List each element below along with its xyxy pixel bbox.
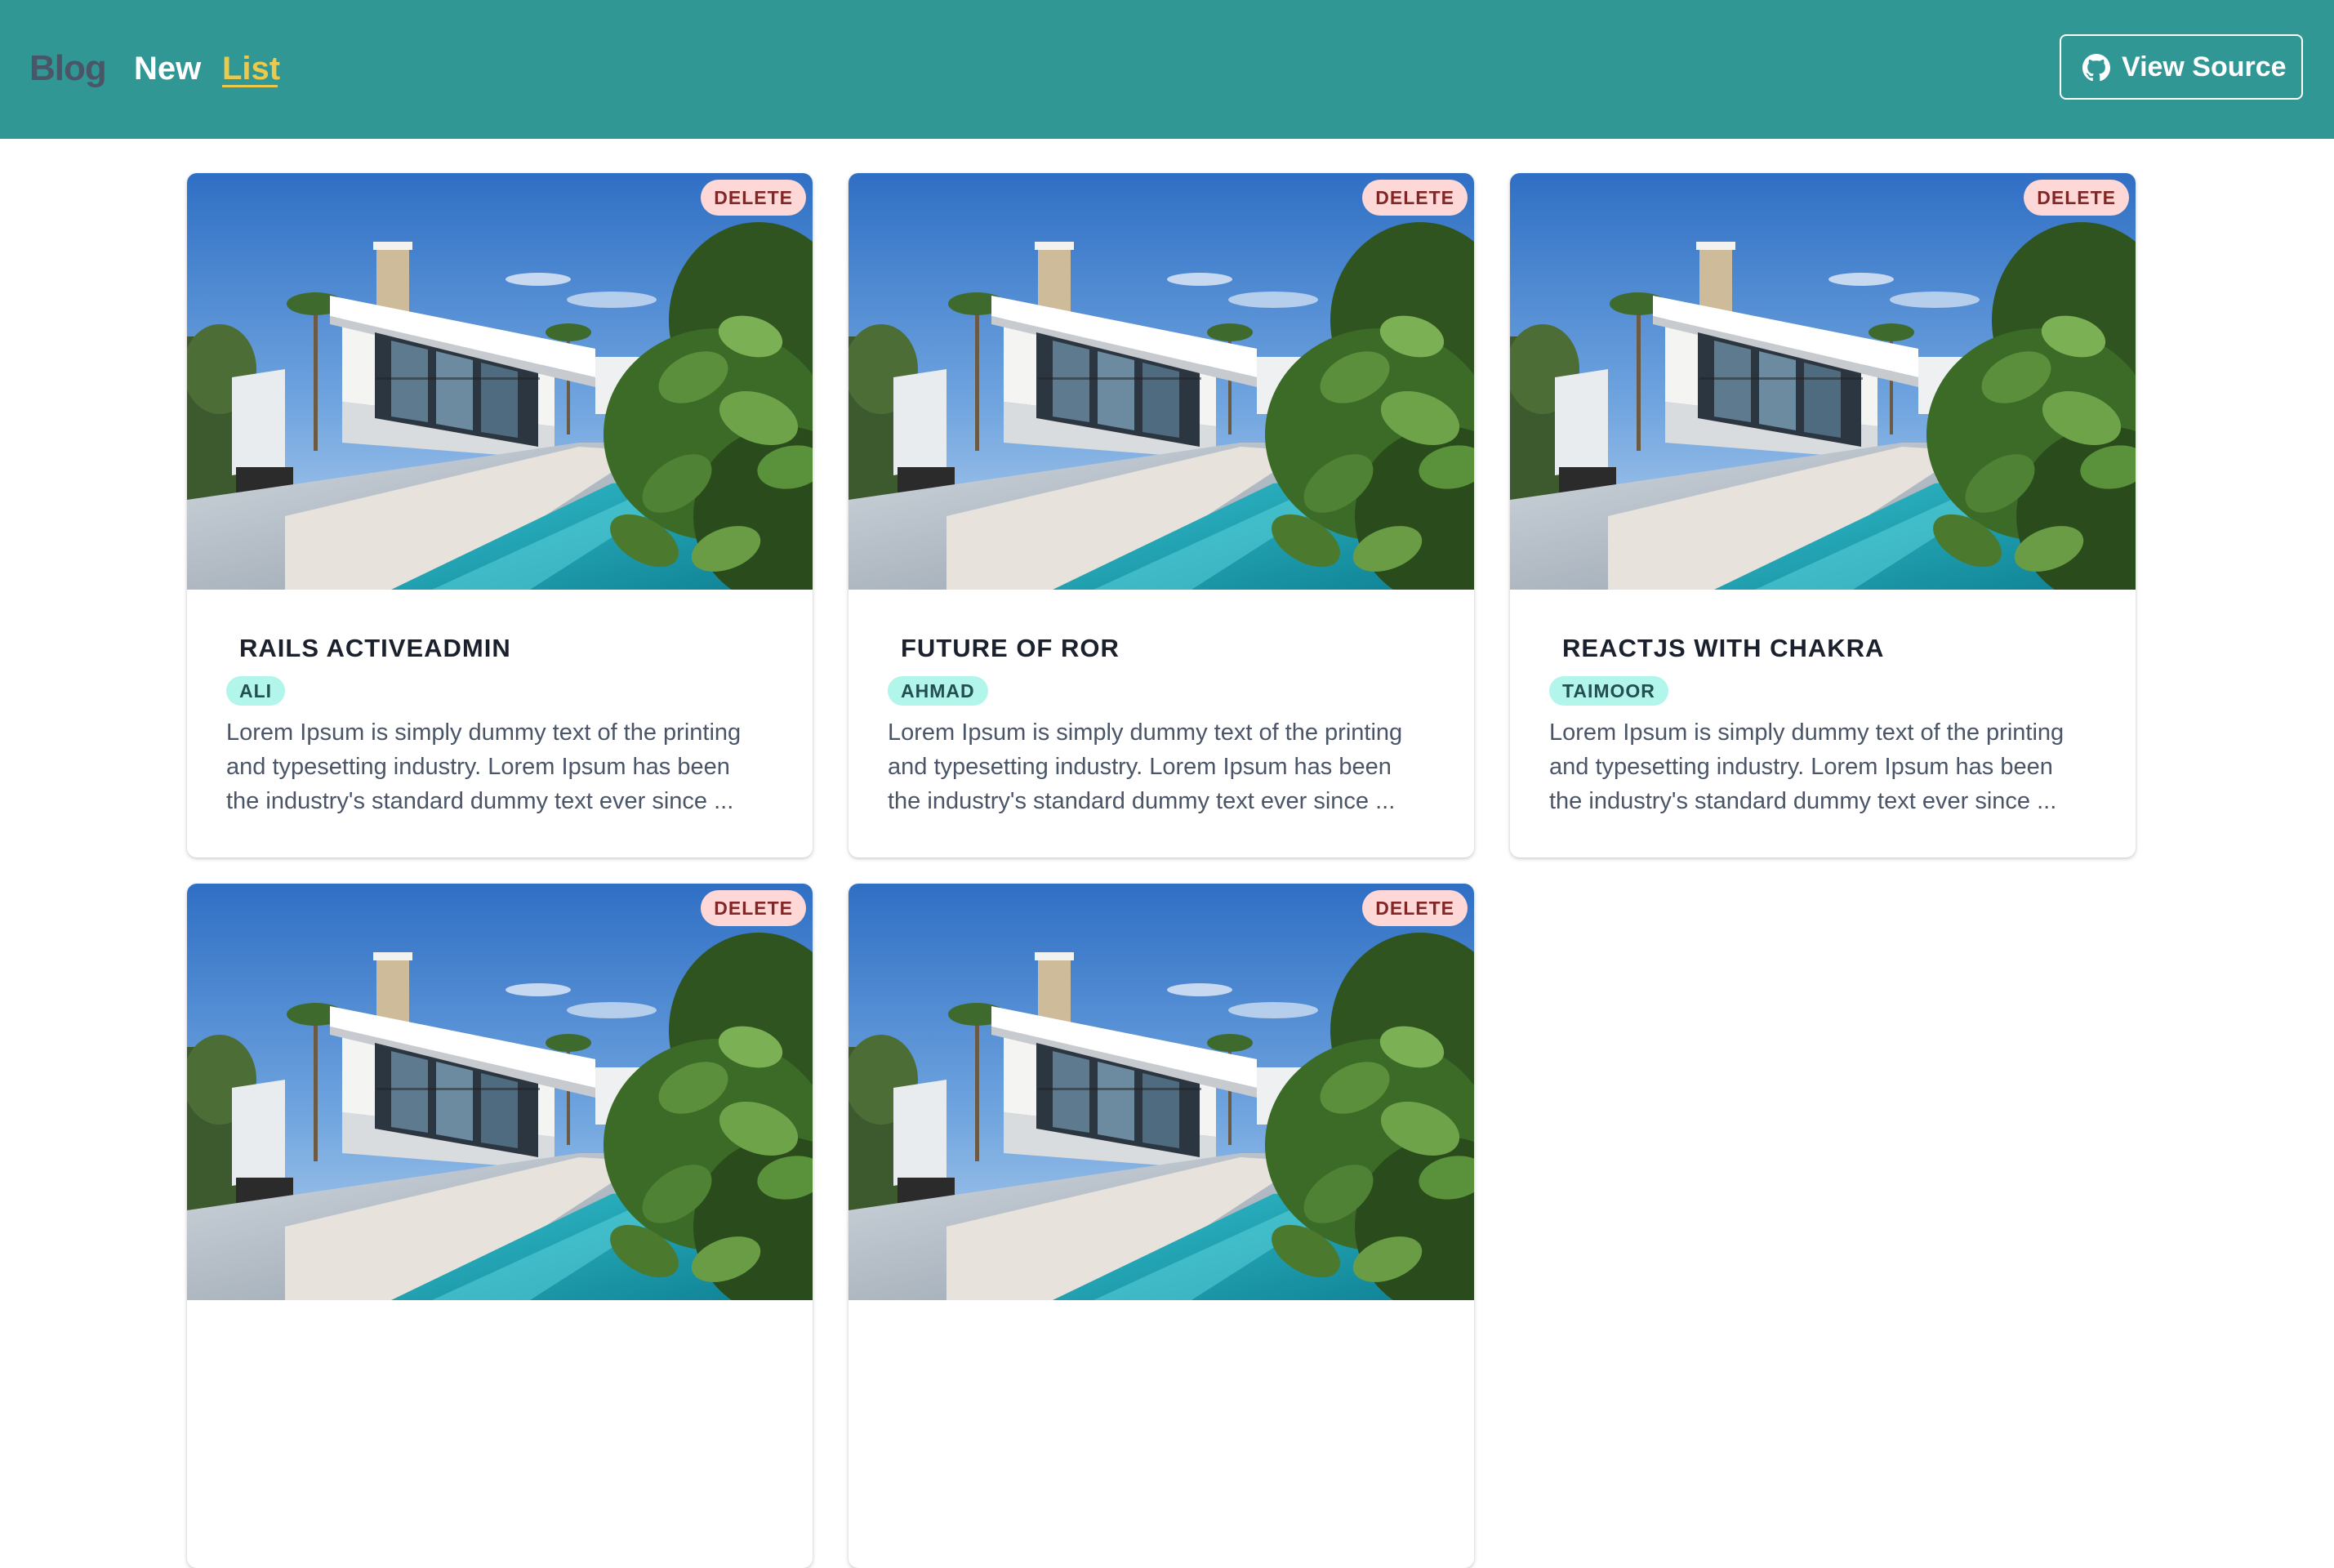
excerpt-line: the industry's standard dummy text ever …	[888, 788, 1396, 814]
delete-post-button[interactable]: DELETE	[701, 890, 806, 926]
post-card[interactable]: DELETE REACTJS WITH CHAKRA TAIMOOR Lorem…	[1510, 173, 2136, 858]
excerpt-line: the industry's standard dummy text ever …	[1549, 788, 2057, 814]
excerpt-line: Lorem Ipsum is simply dummy text of the …	[1549, 719, 2065, 746]
excerpt-line: the industry's standard dummy text ever …	[226, 788, 734, 814]
post-cover-image	[1510, 173, 2136, 590]
view-source-label: View Source	[2122, 51, 2287, 82]
post-cover-image	[187, 173, 813, 590]
post-card[interactable]: DELETE	[849, 884, 1474, 1568]
view-source-button[interactable]: View Source	[2060, 34, 2303, 100]
post-card[interactable]: DELETE RAILS ACTIVEADMIN ALI Lorem Ipsum…	[187, 173, 813, 858]
post-excerpt: Lorem Ipsum is simply dummy text of the …	[1549, 715, 2113, 818]
brand-logo[interactable]: Blog	[29, 46, 107, 91]
excerpt-line: and typesetting industry. Lorem Ipsum ha…	[226, 754, 730, 780]
post-title[interactable]: FUTURE OF ROR	[901, 632, 1120, 665]
author-badge: AHMAD	[888, 676, 988, 706]
excerpt-line: Lorem Ipsum is simply dummy text of the …	[226, 719, 742, 746]
author-badge: ALI	[226, 676, 286, 706]
post-cover-image	[849, 884, 1474, 1300]
excerpt-line: and typesetting industry. Lorem Ipsum ha…	[888, 754, 1392, 780]
delete-post-button[interactable]: DELETE	[1362, 180, 1468, 216]
post-excerpt: Lorem Ipsum is simply dummy text of the …	[226, 715, 790, 818]
author-badge: TAIMOOR	[1549, 676, 1668, 706]
post-card[interactable]: DELETE FUTURE OF ROR AHMAD Lorem Ipsum i…	[849, 173, 1474, 858]
github-icon	[2082, 54, 2110, 82]
active-link-underline	[222, 85, 278, 87]
nav-link-new[interactable]: New	[134, 46, 201, 91]
post-cover-image	[849, 173, 1474, 590]
post-title[interactable]: RAILS ACTIVEADMIN	[239, 632, 511, 665]
delete-post-button[interactable]: DELETE	[701, 180, 806, 216]
post-cover-image	[187, 884, 813, 1300]
delete-post-button[interactable]: DELETE	[2024, 180, 2129, 216]
delete-post-button[interactable]: DELETE	[1362, 890, 1468, 926]
top-navbar: Blog New List View Source	[0, 0, 2334, 139]
post-title[interactable]: REACTJS WITH CHAKRA	[1562, 632, 1884, 665]
post-card[interactable]: DELETE	[187, 884, 813, 1568]
post-excerpt: Lorem Ipsum is simply dummy text of the …	[888, 715, 1451, 818]
excerpt-line: and typesetting industry. Lorem Ipsum ha…	[1549, 754, 2053, 780]
excerpt-line: Lorem Ipsum is simply dummy text of the …	[888, 719, 1403, 746]
